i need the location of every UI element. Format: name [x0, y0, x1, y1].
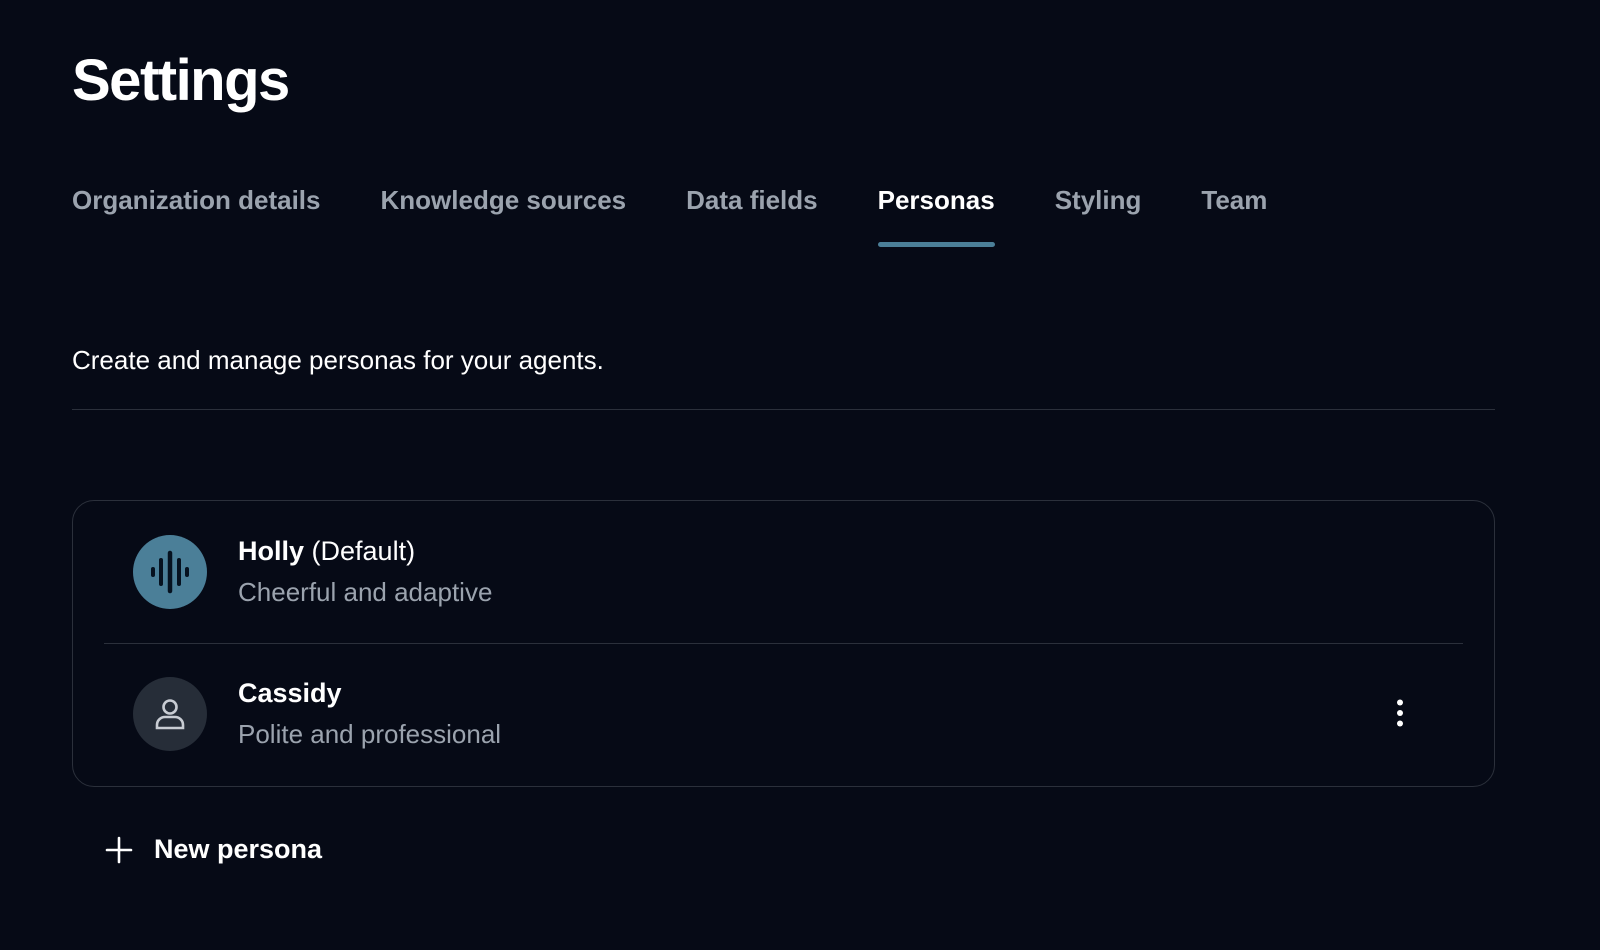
new-persona-label: New persona — [154, 834, 323, 864]
tab-label: Styling — [1054, 185, 1142, 215]
tab-personas[interactable]: Personas — [877, 180, 995, 247]
persona-menu-button[interactable] — [1384, 693, 1416, 733]
new-persona-button[interactable]: New persona — [104, 834, 322, 865]
tab-team[interactable]: Team — [1201, 180, 1267, 220]
tab-organization-details[interactable]: Organization details — [72, 180, 321, 220]
person-icon — [155, 699, 185, 730]
persona-row-cassidy[interactable]: Cassidy Polite and professional — [73, 643, 1494, 785]
tab-label: Personas — [877, 185, 995, 215]
persona-info: Cassidy Polite and professional — [238, 675, 501, 753]
persona-info: Holly (Default) Cheerful and adaptive — [238, 533, 492, 611]
persona-name-line: Cassidy — [238, 675, 501, 711]
tab-label: Data fields — [686, 185, 818, 215]
persona-avatar — [133, 535, 207, 609]
persona-row-holly[interactable]: Holly (Default) Cheerful and adaptive — [73, 501, 1494, 643]
tab-data-fields[interactable]: Data fields — [686, 180, 818, 220]
section-description: Create and manage personas for your agen… — [72, 345, 604, 375]
persona-description: Cheerful and adaptive — [238, 577, 493, 607]
section-divider — [72, 409, 1495, 410]
tab-styling[interactable]: Styling — [1055, 180, 1142, 220]
plus-icon — [105, 836, 133, 863]
more-vertical-icon — [1397, 699, 1403, 727]
persona-list: Holly (Default) Cheerful and adaptive Ca… — [72, 500, 1495, 787]
tab-label: Team — [1201, 185, 1268, 215]
tab-knowledge-sources[interactable]: Knowledge sources — [381, 180, 627, 220]
persona-name: Cassidy — [238, 678, 342, 708]
persona-name-line: Holly (Default) — [238, 533, 492, 569]
persona-avatar — [133, 677, 207, 751]
persona-description: Polite and professional — [238, 719, 502, 749]
page-title: Settings — [72, 48, 290, 113]
default-tag: (Default) — [311, 536, 416, 566]
settings-tabs: Organization details Knowledge sources D… — [72, 180, 1327, 252]
waveform-icon — [151, 550, 189, 594]
active-tab-indicator — [877, 242, 995, 247]
persona-name: Holly — [238, 536, 305, 566]
settings-page: Settings Organization details Knowledge … — [0, 0, 1600, 950]
tab-label: Organization details — [72, 185, 321, 215]
tab-label: Knowledge sources — [380, 185, 627, 215]
